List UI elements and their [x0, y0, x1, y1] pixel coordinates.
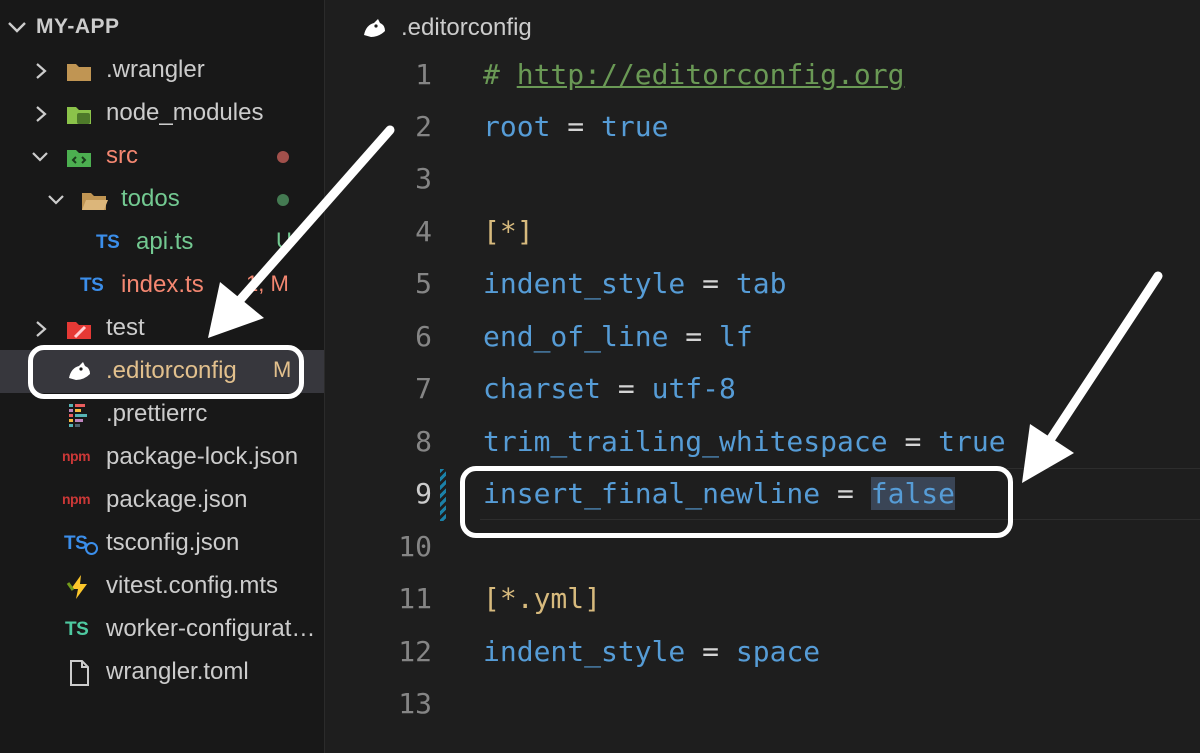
- annotation-arrows: [208, 125, 1163, 483]
- annotation-arrow-icon: [208, 125, 395, 338]
- annotation-arrow-icon: [1022, 271, 1163, 483]
